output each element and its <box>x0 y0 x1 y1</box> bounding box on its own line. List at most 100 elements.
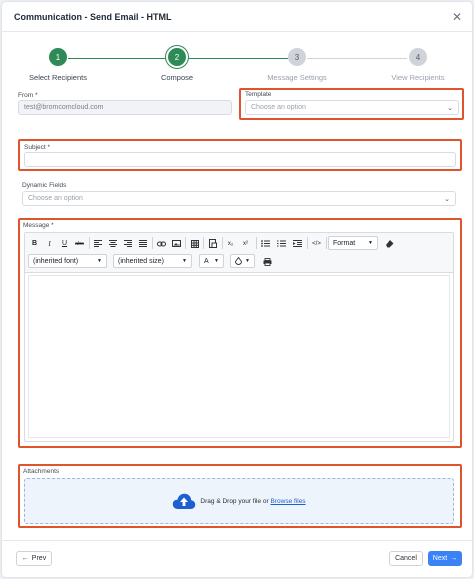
step-message-settings[interactable]: 3 Message Settings <box>242 48 352 82</box>
text-color-icon: A <box>204 257 209 265</box>
modal-title: Communication - Send Email - HTML <box>14 11 172 22</box>
send-email-modal: Communication - Send Email - HTML ✕ 1 Se… <box>2 2 472 577</box>
toolbar-divider <box>307 237 308 249</box>
align-right-button[interactable] <box>121 237 134 250</box>
modal-header: Communication - Send Email - HTML ✕ <box>2 2 472 32</box>
link-button[interactable] <box>155 237 168 250</box>
caret-down-icon: ▼ <box>214 258 219 264</box>
subscript-button[interactable]: x₂ <box>224 237 237 250</box>
text-color-select[interactable]: A ▼ <box>199 254 224 268</box>
align-center-button[interactable] <box>106 237 119 250</box>
rich-text-editor: B I U abc x₂ x² </> Format ▼ (inherited … <box>24 232 454 442</box>
align-center-icon <box>108 240 117 247</box>
printer-icon <box>263 257 272 266</box>
dropzone-text: Drag & Drop your file or Browse files <box>200 497 306 505</box>
cancel-button[interactable]: Cancel <box>389 551 423 566</box>
table-button[interactable] <box>188 237 201 250</box>
step-select-recipients[interactable]: 1 Select Recipients <box>3 48 113 82</box>
chevron-down-icon: ⌄ <box>444 195 450 203</box>
step-label: Compose <box>160 73 194 82</box>
subject-input[interactable] <box>24 152 456 167</box>
step-number-badge: 1 <box>49 48 67 66</box>
caret-down-icon: ▼ <box>182 258 187 264</box>
print-button[interactable] <box>261 255 274 268</box>
subject-label: Subject * <box>24 144 51 151</box>
modal-footer: ← Prev Cancel Next → <box>2 540 472 577</box>
font-family-select[interactable]: (inherited font) ▼ <box>28 254 107 268</box>
chevron-down-icon: ⌄ <box>447 104 453 112</box>
editor-toolbar: B I U abc x₂ x² </> Format ▼ (inherited … <box>25 233 453 273</box>
step-label: View Recipients <box>391 73 445 82</box>
wizard-stepper: 1 Select Recipients 2 Compose 3 Message … <box>2 48 472 88</box>
step-compose[interactable]: 2 Compose <box>122 48 232 82</box>
dynamic-fields-placeholder: Choose an option <box>28 195 83 202</box>
align-right-icon <box>123 240 132 247</box>
italic-button[interactable]: I <box>43 237 56 250</box>
next-button-label: Next <box>432 555 448 562</box>
remove-format-button[interactable] <box>383 237 396 250</box>
font-size-label: (inherited size) <box>118 257 164 265</box>
superscript-button[interactable]: x² <box>239 237 252 250</box>
toolbar-divider <box>256 237 257 249</box>
toolbar-divider <box>222 237 223 249</box>
message-body[interactable] <box>28 275 450 438</box>
source-code-button[interactable]: </> <box>310 237 323 250</box>
browse-files-link[interactable]: Browse files <box>271 498 306 505</box>
message-label: Message * <box>23 222 54 229</box>
cloud-upload-icon <box>173 493 196 509</box>
image-icon <box>172 240 181 247</box>
template-placeholder: Choose an option <box>251 104 306 111</box>
toolbar-divider <box>185 237 186 249</box>
font-size-select[interactable]: (inherited size) ▼ <box>113 254 192 268</box>
step-view-recipients[interactable]: 4 View Recipients <box>363 48 472 82</box>
toolbar-divider <box>89 237 90 249</box>
file-dropzone[interactable]: Drag & Drop your file or Browse files <box>24 478 454 524</box>
step-number-badge: 2 <box>168 48 186 66</box>
prev-button[interactable]: ← Prev <box>16 551 52 566</box>
toolbar-divider <box>152 237 153 249</box>
indent-icon <box>293 240 302 247</box>
format-select[interactable]: Format ▼ <box>328 236 378 250</box>
dynamic-fields-select[interactable]: Choose an option ⌄ <box>22 191 456 206</box>
bold-button[interactable]: B <box>28 237 41 250</box>
step-label: Select Recipients <box>29 73 87 82</box>
align-left-icon <box>93 240 102 247</box>
strikethrough-button[interactable]: abc <box>73 237 86 250</box>
bullet-list-button[interactable] <box>259 237 272 250</box>
align-left-button[interactable] <box>91 237 104 250</box>
from-value: test@bromcomcloud.com <box>24 104 104 111</box>
step-label: Message Settings <box>267 73 327 82</box>
caret-down-icon: ▼ <box>245 258 250 264</box>
attachments-label: Attachments <box>23 468 60 475</box>
font-family-label: (inherited font) <box>33 257 79 265</box>
caret-down-icon: ▼ <box>97 258 102 264</box>
from-field: test@bromcomcloud.com <box>18 100 232 115</box>
dynamic-fields-label: Dynamic Fields <box>22 182 67 189</box>
toolbar-divider <box>203 237 204 249</box>
arrow-left-icon: ← <box>21 555 29 562</box>
indent-button[interactable] <box>291 237 304 250</box>
toolbar-divider <box>326 237 327 249</box>
link-icon <box>157 241 166 246</box>
bullet-list-icon <box>261 240 270 247</box>
numbered-list-icon <box>277 240 286 247</box>
paint-bucket-icon <box>235 257 242 265</box>
image-button[interactable] <box>170 237 183 250</box>
close-icon[interactable]: ✕ <box>452 11 462 23</box>
arrow-right-icon: → <box>450 555 458 562</box>
eraser-icon <box>386 240 394 248</box>
background-color-select[interactable]: ▼ <box>230 254 255 268</box>
next-button[interactable]: Next → <box>428 551 462 566</box>
align-justify-button[interactable] <box>136 237 149 250</box>
from-label: From * <box>18 92 38 99</box>
numbered-list-button[interactable] <box>275 237 288 250</box>
caret-down-icon: ▼ <box>368 240 373 246</box>
prev-button-label: Prev <box>31 555 47 562</box>
table-icon <box>190 239 199 248</box>
paste-button[interactable] <box>206 237 219 250</box>
template-select[interactable]: Choose an option ⌄ <box>245 100 459 115</box>
step-number-badge: 4 <box>409 48 427 66</box>
underline-button[interactable]: U <box>58 237 71 250</box>
step-number-badge: 3 <box>288 48 306 66</box>
paste-icon <box>208 239 217 248</box>
